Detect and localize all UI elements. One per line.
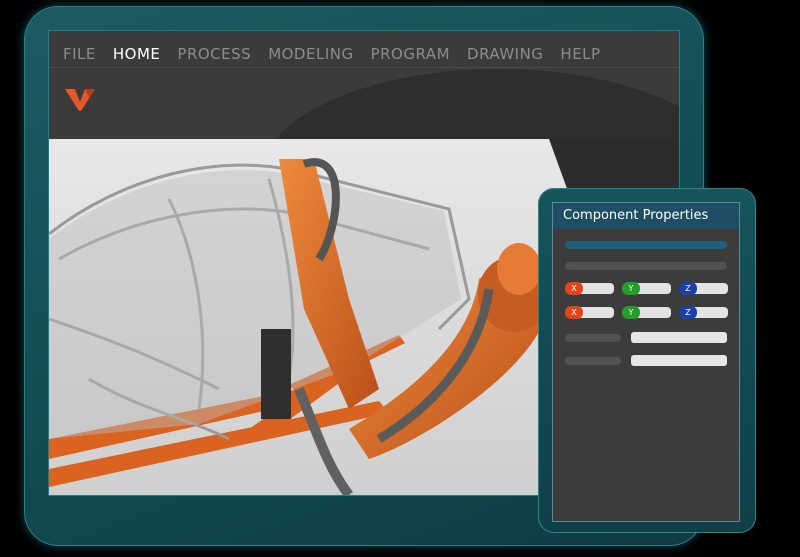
v-logo-icon[interactable] <box>65 86 95 116</box>
menu-modeling[interactable]: MODELING <box>268 45 353 63</box>
menu-help[interactable]: HELP <box>560 45 600 63</box>
property-row <box>565 355 727 366</box>
main-menu: FILE HOME PROCESS MODELING PROGRAM DRAWI… <box>63 45 601 63</box>
menu-divider <box>49 67 679 68</box>
property-label <box>565 333 621 342</box>
y-axis-badge: Y <box>622 306 640 319</box>
menu-process[interactable]: PROCESS <box>177 45 251 63</box>
property-row <box>565 332 727 343</box>
selected-property-bar[interactable] <box>565 241 727 249</box>
property-label <box>565 356 621 365</box>
x-coordinate[interactable]: X <box>565 306 614 319</box>
z-axis-badge: Z <box>679 282 697 295</box>
z-coordinate[interactable]: Z <box>679 306 728 319</box>
menu-program[interactable]: PROGRAM <box>371 45 450 63</box>
component-properties-panel: Component Properties X Y Z X Y Z <box>552 202 740 522</box>
property-bar[interactable] <box>565 262 727 270</box>
x-axis-badge: X <box>565 282 583 295</box>
z-axis-badge: Z <box>679 306 697 319</box>
z-coordinate[interactable]: Z <box>679 282 728 295</box>
property-input[interactable] <box>631 355 727 366</box>
menu-drawing[interactable]: DRAWING <box>467 45 543 63</box>
menu-file[interactable]: FILE <box>63 45 96 63</box>
y-axis-badge: Y <box>622 282 640 295</box>
position-xyz-row: X Y Z <box>565 282 728 295</box>
property-input[interactable] <box>631 332 727 343</box>
rotation-xyz-row: X Y Z <box>565 306 728 319</box>
y-coordinate[interactable]: Y <box>622 282 671 295</box>
menu-home[interactable]: HOME <box>113 45 161 63</box>
x-axis-badge: X <box>565 306 583 319</box>
y-coordinate[interactable]: Y <box>622 306 671 319</box>
x-coordinate[interactable]: X <box>565 282 614 295</box>
panel-title: Component Properties <box>553 203 739 229</box>
